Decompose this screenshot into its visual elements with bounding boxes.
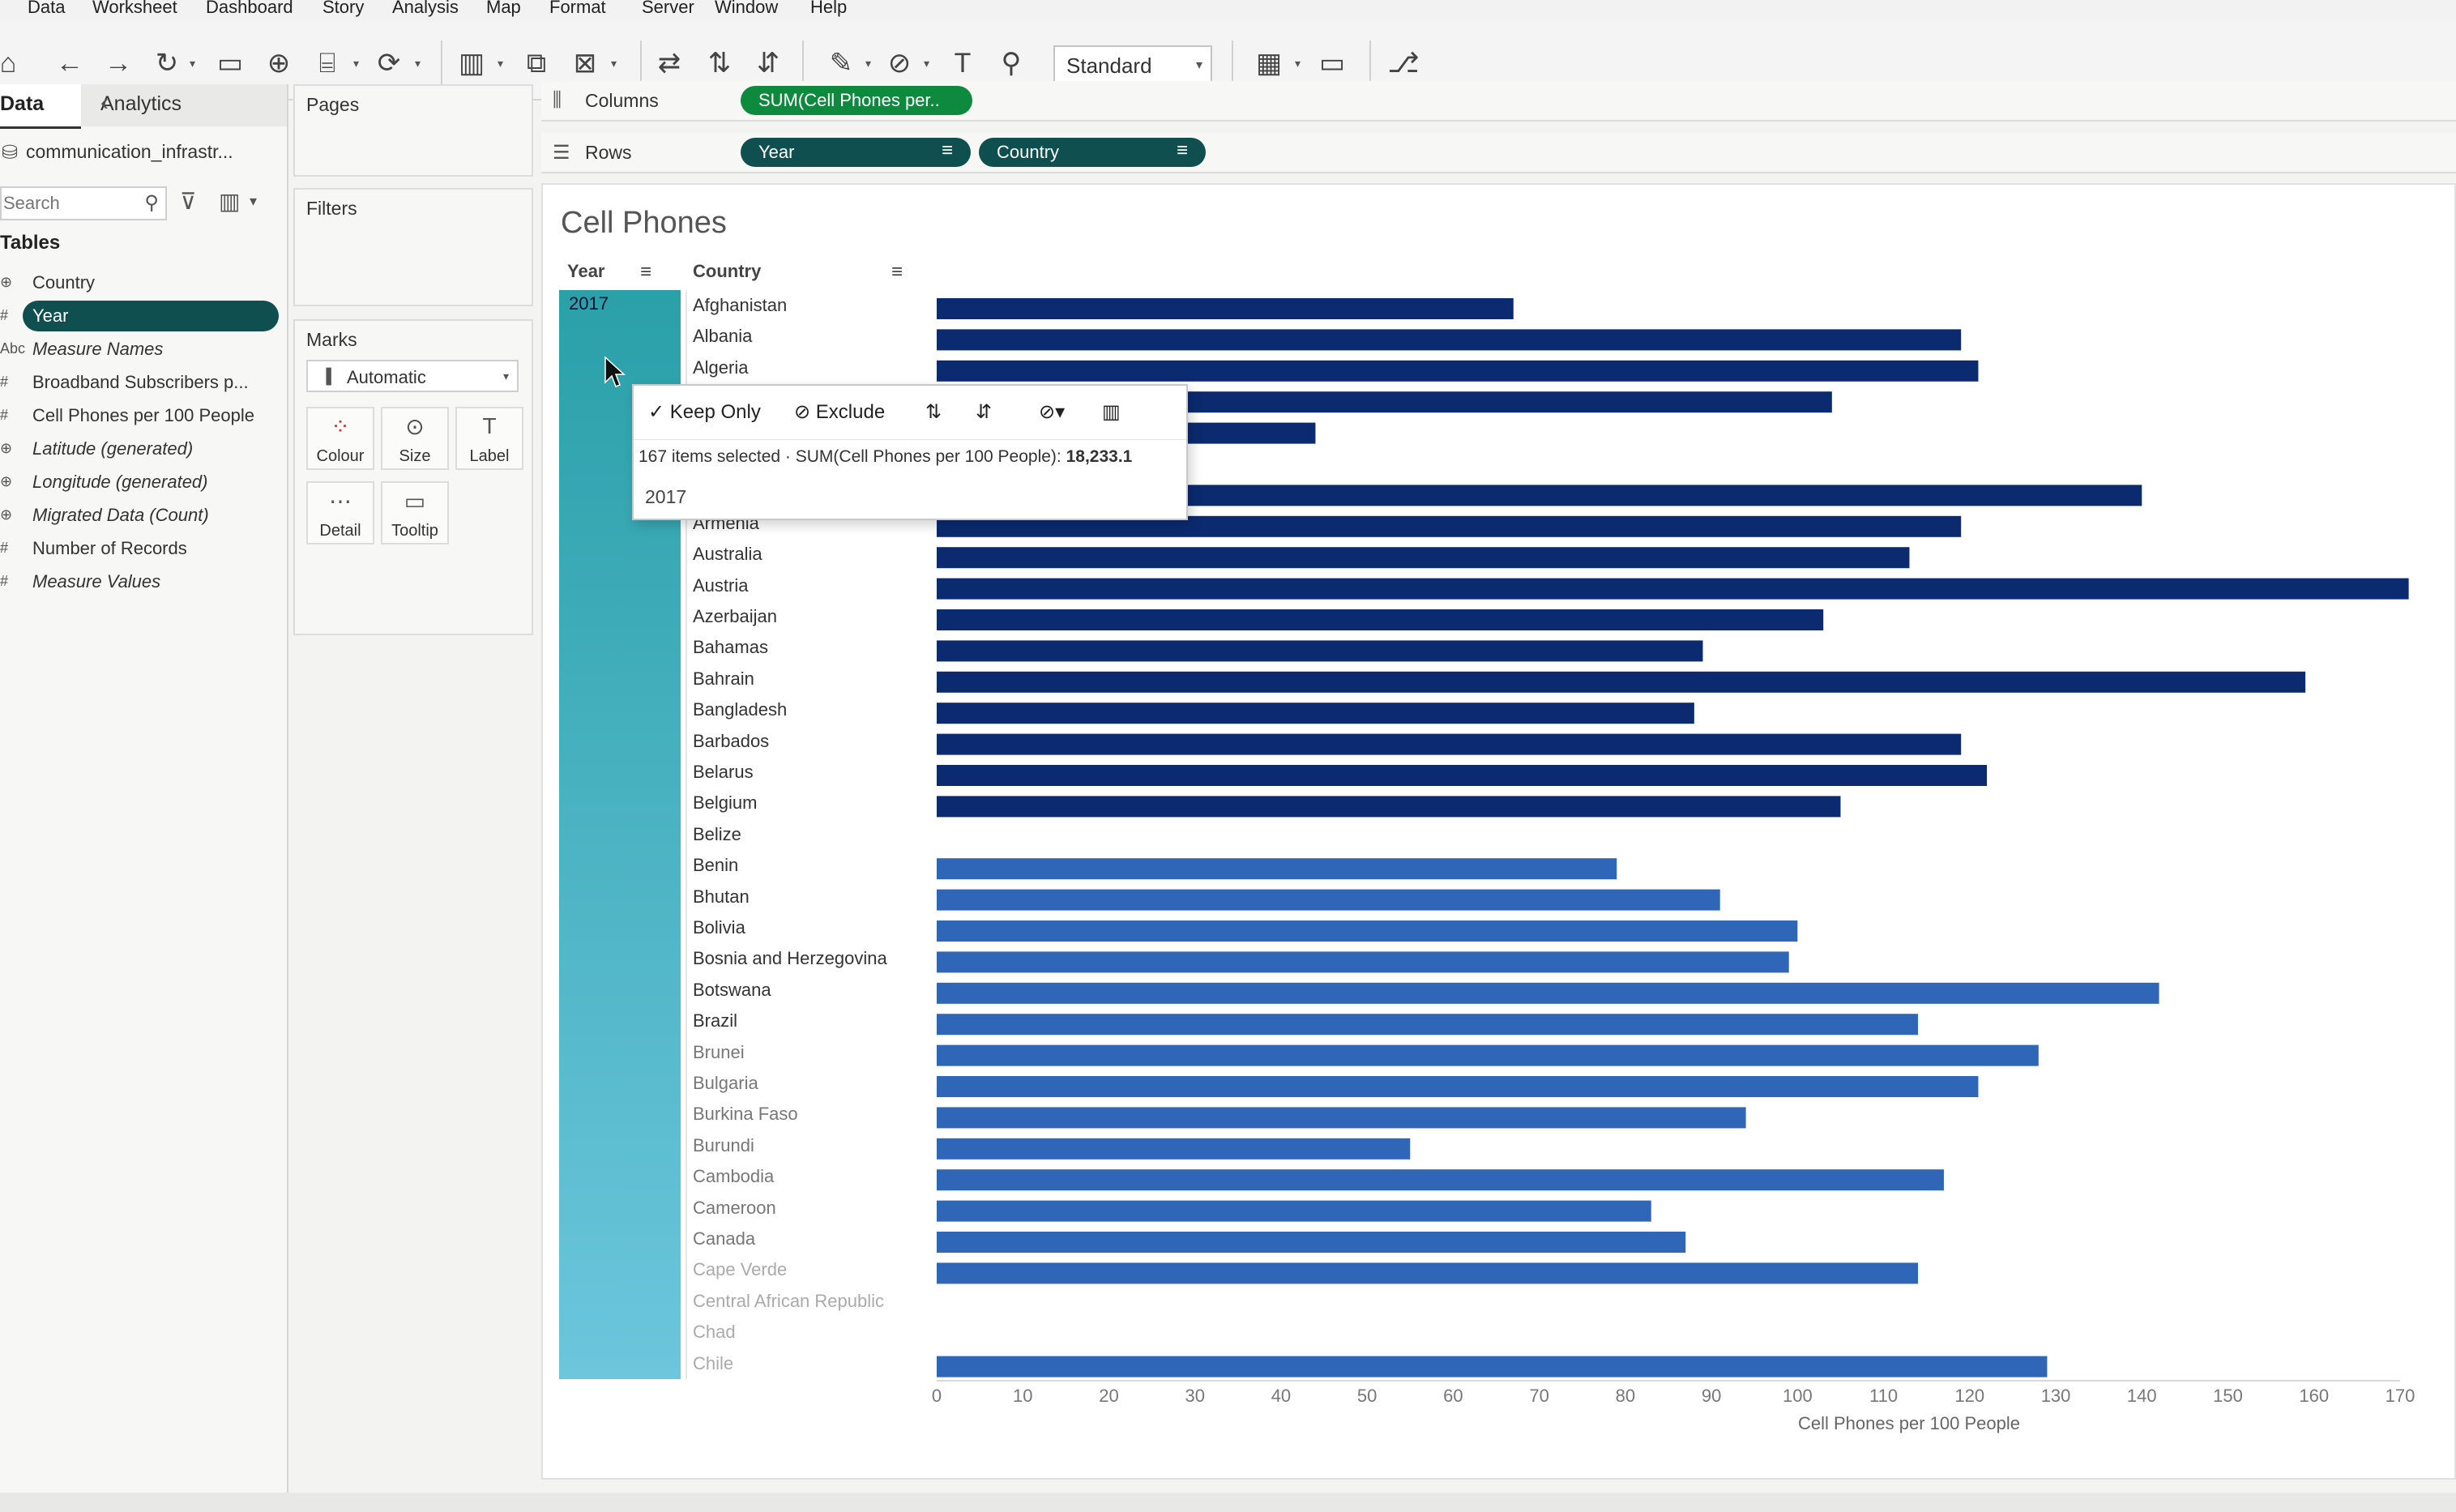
bar[interactable] — [937, 1232, 1686, 1253]
bar[interactable] — [937, 1107, 1746, 1129]
x-tick-label: 20 — [1099, 1386, 1118, 1406]
exclude-label: Exclude — [815, 401, 886, 423]
bar[interactable] — [937, 640, 1703, 662]
x-axis-title: Cell Phones per 100 People — [1798, 1413, 2020, 1433]
x-tick-label: 130 — [2041, 1386, 2071, 1406]
bar[interactable] — [937, 733, 1962, 755]
selection-summary-text: 167 items selected · SUM(Cell Phones per… — [639, 447, 1061, 466]
view-data-icon[interactable]: ▥ — [1102, 400, 1121, 424]
x-tick-label: 40 — [1271, 1386, 1291, 1406]
tooltip-year: 2017 — [645, 486, 687, 507]
group-icon[interactable]: ⊘▾ — [1039, 400, 1065, 424]
bar[interactable] — [937, 1262, 1919, 1284]
exclude-button[interactable]: ⊘ Exclude — [794, 400, 885, 424]
bar[interactable] — [937, 298, 1514, 319]
sheet-tabs-bar — [0, 1493, 2456, 1512]
x-tick-label: 170 — [2386, 1386, 2415, 1406]
mouse-cursor-icon — [604, 357, 626, 387]
bar[interactable] — [937, 609, 1824, 630]
bar-chart: 0 10 20 30 40 50 60 70 80 90 100 110 120 130 140 150 160… — [932, 298, 2415, 1406]
x-tick-label: 100 — [1783, 1386, 1813, 1406]
tooltip-action-bar: ✓ Keep Only ⊘ Exclude ⇅ ⇵ ⊘▾ ▥ — [634, 386, 1186, 440]
bar[interactable] — [937, 951, 1789, 973]
bar[interactable] — [937, 1044, 2039, 1066]
bar[interactable] — [937, 920, 1798, 942]
sort-ascending-icon[interactable]: ⇅ — [925, 400, 942, 424]
bar[interactable] — [937, 703, 1694, 724]
x-tick-label: 160 — [2299, 1386, 2329, 1406]
selection-summary: 167 items selected · SUM(Cell Phones per… — [639, 447, 1132, 467]
bar[interactable] — [937, 547, 1910, 569]
bar[interactable] — [937, 765, 1988, 786]
selection-tooltip: ✓ Keep Only ⊘ Exclude ⇅ ⇵ ⊘▾ ▥ 167 items… — [632, 384, 1188, 520]
bar[interactable] — [937, 671, 2306, 693]
bar[interactable] — [937, 1356, 2048, 1377]
keep-only-button[interactable]: ✓ Keep Only — [648, 400, 761, 424]
x-tick-label: 110 — [1869, 1386, 1898, 1406]
x-tick-label: 60 — [1443, 1386, 1463, 1406]
bar[interactable] — [937, 329, 1962, 351]
x-tick-label: 120 — [1954, 1386, 1984, 1406]
x-tick-label: 150 — [2213, 1386, 2243, 1406]
bar[interactable] — [937, 360, 1979, 382]
x-tick-label: 30 — [1185, 1386, 1204, 1406]
x-tick-label: 70 — [1529, 1386, 1548, 1406]
x-tick-label: 10 — [1013, 1386, 1032, 1406]
selection-summary-value: 18,233.1 — [1066, 447, 1133, 466]
x-tick-label: 50 — [1357, 1386, 1377, 1406]
x-tick-label: 140 — [2127, 1386, 2157, 1406]
x-tick-label: 0 — [932, 1386, 942, 1406]
bar[interactable] — [937, 1169, 1944, 1191]
bar[interactable] — [937, 1138, 1411, 1160]
bar[interactable] — [937, 1014, 1919, 1036]
keep-only-label: Keep Only — [669, 401, 761, 423]
bar[interactable] — [937, 982, 2159, 1004]
x-tick-label: 90 — [1702, 1386, 1721, 1406]
x-tick-label: 80 — [1616, 1386, 1635, 1406]
bar[interactable] — [937, 796, 1841, 818]
bar[interactable] — [937, 578, 2409, 600]
bar[interactable] — [937, 858, 1617, 880]
sort-descending-icon[interactable]: ⇵ — [976, 400, 992, 424]
bar[interactable] — [937, 1076, 1979, 1097]
bar[interactable] — [937, 1200, 1651, 1222]
bar[interactable] — [937, 889, 1720, 911]
